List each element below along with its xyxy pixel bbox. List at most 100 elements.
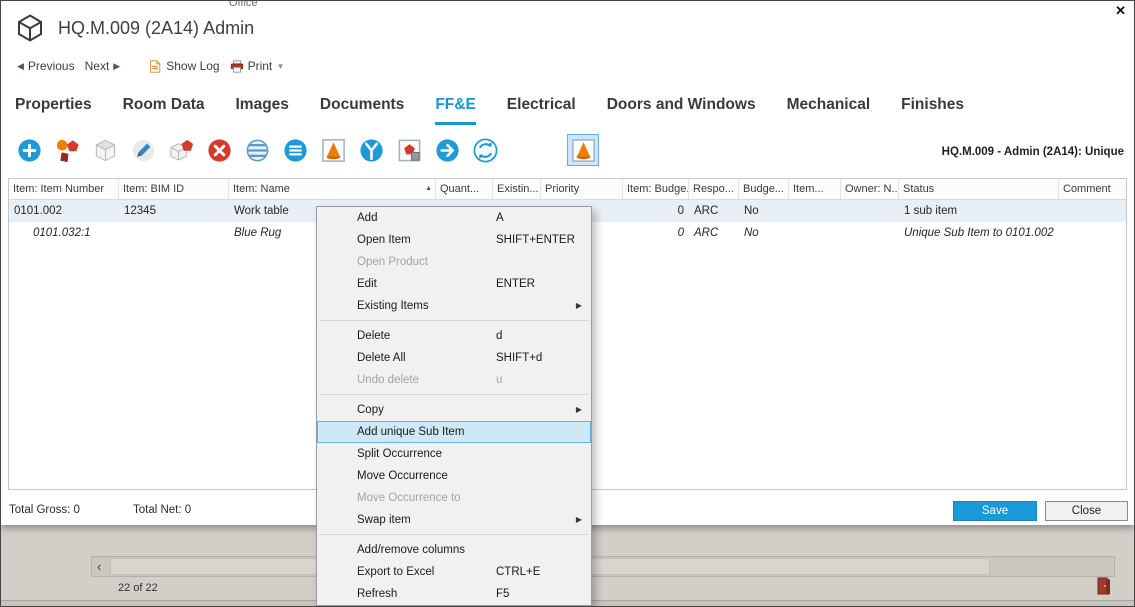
context-menu-item[interactable]: Open ItemSHIFT+ENTER <box>317 229 591 251</box>
menu-item-label: Delete All <box>357 352 406 364</box>
column-label: Priority <box>545 183 579 195</box>
close-button[interactable]: Close <box>1045 501 1128 521</box>
column-header[interactable]: Item: Item Number <box>9 179 119 199</box>
column-label: Item: Name <box>233 183 290 195</box>
list-circle-icon[interactable] <box>279 134 311 166</box>
print-button[interactable]: Print ▾ <box>230 59 283 74</box>
app-window: Office ✕ HQ.M.009 (2A14) Admin ◀ Previou… <box>0 0 1135 607</box>
column-header[interactable]: Item: Name▲ <box>229 179 436 199</box>
tab-bar: Properties Room Data Images Documents FF&E El… <box>15 87 1124 125</box>
show-log-label: Show Log <box>166 59 219 73</box>
context-menu-item[interactable]: Add unique Sub Item <box>317 421 591 443</box>
tab-mechanical[interactable]: Mechanical <box>787 96 871 125</box>
tab-properties[interactable]: Properties <box>15 96 92 125</box>
menu-item-shortcut: A <box>496 207 504 229</box>
column-header[interactable]: Owner: N... <box>841 179 899 199</box>
log-document-icon <box>148 59 162 74</box>
menu-item-label: Move Occurrence <box>357 470 448 482</box>
context-menu-item[interactable]: Delete AllSHIFT+d <box>317 347 591 369</box>
close-icon[interactable]: ✕ <box>1115 3 1126 19</box>
tab-electrical[interactable]: Electrical <box>507 96 576 125</box>
context-menu-item[interactable]: Export to ExcelCTRL+E <box>317 561 591 583</box>
column-label: Status <box>903 183 934 195</box>
cell: 0 <box>623 200 689 222</box>
box-red-shape-icon[interactable] <box>393 134 425 166</box>
context-menu-item[interactable]: AddA <box>317 207 591 229</box>
column-header[interactable]: Budge... <box>739 179 789 199</box>
cone-box-icon[interactable] <box>567 134 599 166</box>
column-label: Existin... <box>497 183 539 195</box>
context-menu-item[interactable]: Move Occurrence <box>317 465 591 487</box>
context-menu-item[interactable]: Add/remove columns <box>317 539 591 561</box>
context-menu-item[interactable]: Copy▶ <box>317 399 591 421</box>
cell <box>841 222 899 244</box>
door-icon <box>1096 577 1111 595</box>
previous-button[interactable]: ◀ Previous <box>17 59 75 73</box>
geometry-shapes-icon[interactable] <box>51 134 83 166</box>
cone-box-icon[interactable] <box>317 134 349 166</box>
arrow-right-circle-icon[interactable] <box>431 134 463 166</box>
y-branch-circle-icon[interactable] <box>355 134 387 166</box>
print-label: Print <box>248 59 273 73</box>
tab-finishes[interactable]: Finishes <box>901 96 964 125</box>
table-header: Item: Item Number Item: BIM IDItem: Name▲… <box>9 179 1126 200</box>
toolbar-row: HQ.M.009 - Admin (2A14): Unique <box>1 131 1134 173</box>
tab-ff-e[interactable]: FF&E <box>435 96 475 125</box>
caret-down-icon: ▾ <box>278 61 283 72</box>
context-menu-item[interactable]: EditENTER <box>317 273 591 295</box>
submenu-arrow-icon: ▶ <box>576 509 582 531</box>
cell: 0101.032:1 <box>9 222 119 244</box>
cell <box>1059 222 1127 244</box>
striped-sphere-icon[interactable] <box>241 134 273 166</box>
tab-doors-and-windows[interactable]: Doors and Windows <box>607 96 756 125</box>
column-label: Item: Item Number <box>13 183 104 195</box>
cell: 0101.002 <box>9 200 119 222</box>
column-header[interactable]: Quant... <box>436 179 493 199</box>
column-header[interactable]: Item: BIM ID <box>119 179 229 199</box>
sync-arrows-icon[interactable] <box>469 134 501 166</box>
context-menu-item[interactable]: Split Occurrence <box>317 443 591 465</box>
title-bar: HQ.M.009 (2A14) Admin <box>15 11 254 45</box>
cell: 12345 <box>119 200 229 222</box>
tab-room-data[interactable]: Room Data <box>123 96 205 125</box>
next-icon: ▶ <box>113 61 120 72</box>
cell: No <box>739 222 789 244</box>
column-header[interactable]: Respo... <box>689 179 739 199</box>
tab-images[interactable]: Images <box>236 96 289 125</box>
package-red-shape-icon[interactable] <box>165 134 197 166</box>
cell <box>789 222 841 244</box>
background-app-strip: Office <box>229 1 339 7</box>
menu-item-label: Undo delete <box>357 374 419 386</box>
column-header[interactable]: Existin... <box>493 179 541 199</box>
menu-item-label: Split Occurrence <box>357 448 442 460</box>
column-header[interactable]: Item: Budge... <box>623 179 689 199</box>
cell: Unique Sub Item to 0101.002 <box>899 222 1059 244</box>
menu-item-shortcut: CTRL+E <box>496 561 540 583</box>
menu-item-shortcut: F5 <box>496 583 509 605</box>
tab-documents[interactable]: Documents <box>320 96 404 125</box>
context-menu-item[interactable]: Existing Items▶ <box>317 295 591 317</box>
next-label: Next <box>85 59 110 73</box>
menu-item-label: Open Item <box>357 234 411 246</box>
context-menu-item[interactable]: Deleted <box>317 325 591 347</box>
scroll-left-icon[interactable]: ‹ <box>97 558 101 575</box>
column-header[interactable]: Priority <box>541 179 623 199</box>
context-menu-item: Move Occurrence to <box>317 487 591 509</box>
total-gross-label: Total Gross: 0 <box>9 504 80 516</box>
menu-item-label: Add unique Sub Item <box>357 426 464 438</box>
column-header[interactable]: Status <box>899 179 1059 199</box>
delete-circle-icon[interactable] <box>203 134 235 166</box>
column-header[interactable]: Comment <box>1059 179 1127 199</box>
next-button[interactable]: Next ▶ <box>85 59 121 73</box>
context-menu-item[interactable]: Swap item▶ <box>317 509 591 531</box>
menu-item-shortcut: u <box>496 369 502 391</box>
column-label: Comment <box>1063 183 1111 195</box>
horizontal-scrollbar[interactable]: ‹ <box>91 556 1115 577</box>
column-header[interactable]: Item... <box>789 179 841 199</box>
package-icon[interactable] <box>89 134 121 166</box>
context-menu-item[interactable]: RefreshF5 <box>317 583 591 605</box>
add-circle-icon[interactable] <box>13 134 45 166</box>
save-button[interactable]: Save <box>953 501 1037 521</box>
show-log-button[interactable]: Show Log <box>148 59 219 74</box>
edit-pencil-icon[interactable] <box>127 134 159 166</box>
